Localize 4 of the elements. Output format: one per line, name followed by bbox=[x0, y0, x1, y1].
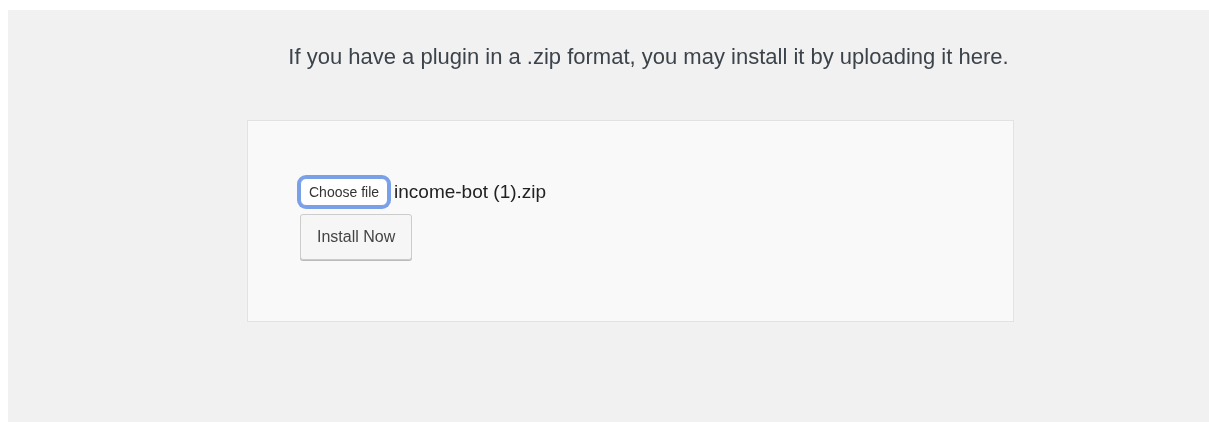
install-now-button[interactable]: Install Now bbox=[300, 214, 413, 260]
upload-description: If you have a plugin in a .zip format, you may install it by uploading it here. bbox=[287, 44, 1010, 70]
choose-file-button[interactable]: Choose file bbox=[300, 178, 389, 206]
file-name: income-bot (1).zip bbox=[394, 181, 547, 203]
